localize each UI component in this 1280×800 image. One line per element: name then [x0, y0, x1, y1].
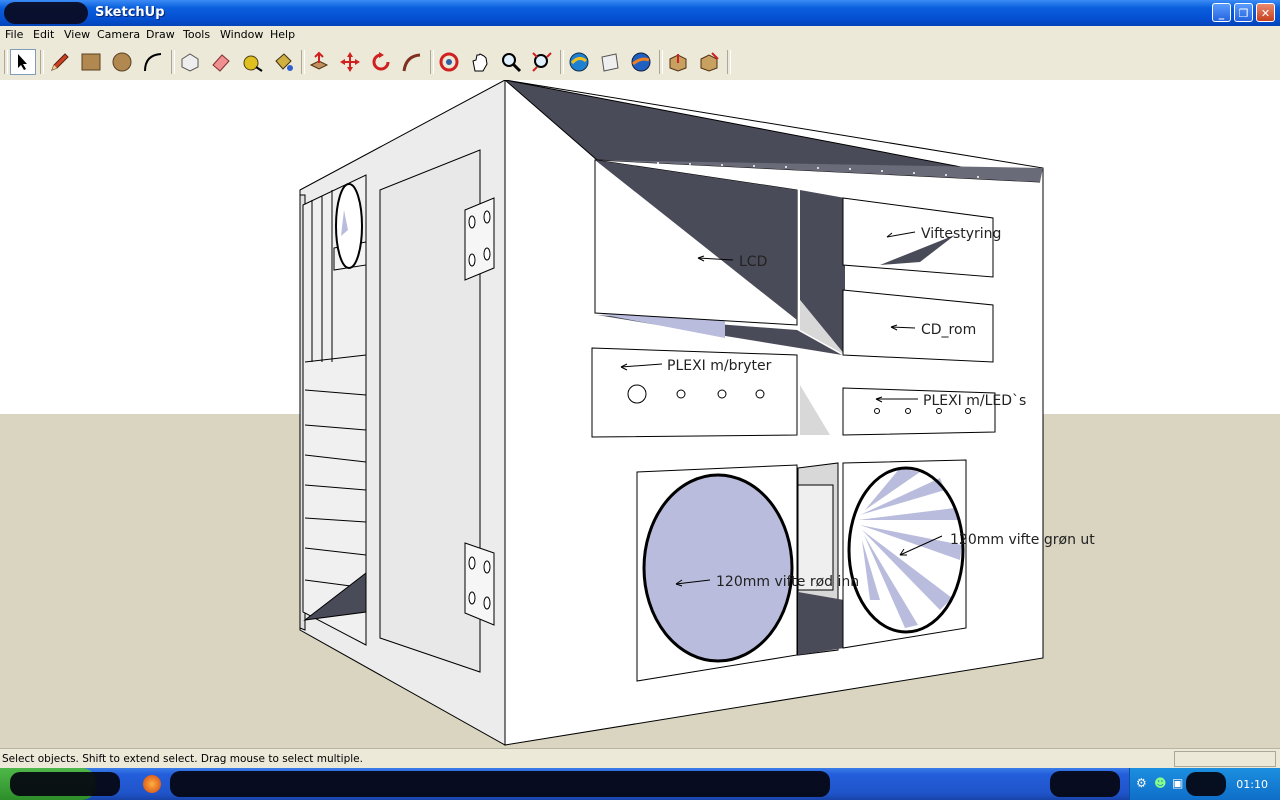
menu-tools[interactable]: Tools	[183, 28, 210, 41]
label-plexi-led: PLEXI m/LED`s	[923, 393, 1026, 409]
redaction-scribble	[4, 2, 88, 24]
circle-icon[interactable]	[109, 49, 135, 75]
label-viftestyring: Viftestyring	[921, 226, 1001, 242]
model-viewport[interactable]: LCD Viftestyring CD_rom PLEXI m/bryter P…	[0, 80, 1280, 748]
menu-draw[interactable]: Draw	[146, 28, 175, 41]
follow-me-icon[interactable]	[399, 49, 425, 75]
case-left-face	[299, 80, 506, 746]
tape-measure-icon[interactable]	[239, 49, 265, 75]
arc-icon[interactable]	[140, 49, 166, 75]
network-icon[interactable]: ▣	[1172, 776, 1183, 790]
measurements-box[interactable]	[1174, 751, 1276, 767]
steam-icon[interactable]: ⚙	[1136, 776, 1147, 790]
zoom-icon[interactable]	[498, 49, 524, 75]
import-model-icon[interactable]	[665, 49, 691, 75]
select-icon[interactable]	[10, 49, 36, 75]
menu-edit[interactable]: Edit	[33, 28, 54, 41]
window-title: SketchUp	[95, 5, 165, 20]
menu-camera[interactable]: Camera	[97, 28, 140, 41]
redaction-scribble	[170, 771, 830, 797]
close-button[interactable]: ✕	[1256, 3, 1275, 22]
google-earth-icon[interactable]	[628, 49, 654, 75]
rectangle-icon[interactable]	[78, 49, 104, 75]
side-fan-circle	[335, 183, 363, 269]
label-fan-out: 120mm vifte grøn ut	[950, 532, 1095, 548]
label-cd-rom: CD_rom	[921, 322, 976, 338]
redaction-scribble	[10, 772, 120, 796]
title-bar: SketchUp _ ❐ ✕	[0, 0, 1280, 26]
rotate-icon[interactable]	[368, 49, 394, 75]
get-models-icon[interactable]	[566, 49, 592, 75]
share-model-icon[interactable]	[597, 49, 623, 75]
status-bar: Select objects. Shift to extend select. …	[0, 748, 1280, 769]
status-hint: Select objects. Shift to extend select. …	[2, 753, 363, 765]
menu-help[interactable]: Help	[270, 28, 295, 41]
minimize-button[interactable]: _	[1212, 3, 1231, 22]
firefox-icon[interactable]	[143, 775, 161, 793]
toolbar	[0, 44, 1280, 81]
clock: 01:10	[1236, 778, 1268, 791]
zoom-extents-icon[interactable]	[529, 49, 555, 75]
push-pull-icon[interactable]	[306, 49, 332, 75]
redaction-scribble	[1186, 772, 1226, 796]
pan-icon[interactable]	[467, 49, 493, 75]
make-component-icon[interactable]	[177, 49, 203, 75]
system-tray: ⚙ ☻ ▣ 01:10	[1050, 768, 1280, 800]
menu-view[interactable]: View	[64, 28, 90, 41]
model-canvas[interactable]: LCD Viftestyring CD_rom PLEXI m/bryter P…	[0, 80, 1280, 748]
label-fan-in: 120mm vifte rød inn	[716, 574, 859, 590]
maximize-button[interactable]: ❐	[1234, 3, 1253, 22]
fan-in-circle	[642, 473, 794, 663]
move-icon[interactable]	[337, 49, 363, 75]
paint-bucket-icon[interactable]	[270, 49, 296, 75]
redaction-scribble	[1050, 771, 1120, 797]
orbit-icon[interactable]	[436, 49, 462, 75]
label-lcd: LCD	[739, 254, 767, 270]
menu-window[interactable]: Window	[220, 28, 263, 41]
messenger-icon[interactable]: ☻	[1154, 776, 1167, 790]
export-model-icon[interactable]	[696, 49, 722, 75]
case-front-face	[504, 80, 1044, 746]
menu-bar: File Edit View Camera Draw Tools Window …	[0, 26, 1280, 44]
label-plexi-bryter: PLEXI m/bryter	[667, 358, 772, 374]
eraser-icon[interactable]	[208, 49, 234, 75]
taskbar: ⚙ ☻ ▣ 01:10	[0, 768, 1280, 800]
menu-file[interactable]: File	[5, 28, 23, 41]
pencil-icon[interactable]	[46, 49, 72, 75]
